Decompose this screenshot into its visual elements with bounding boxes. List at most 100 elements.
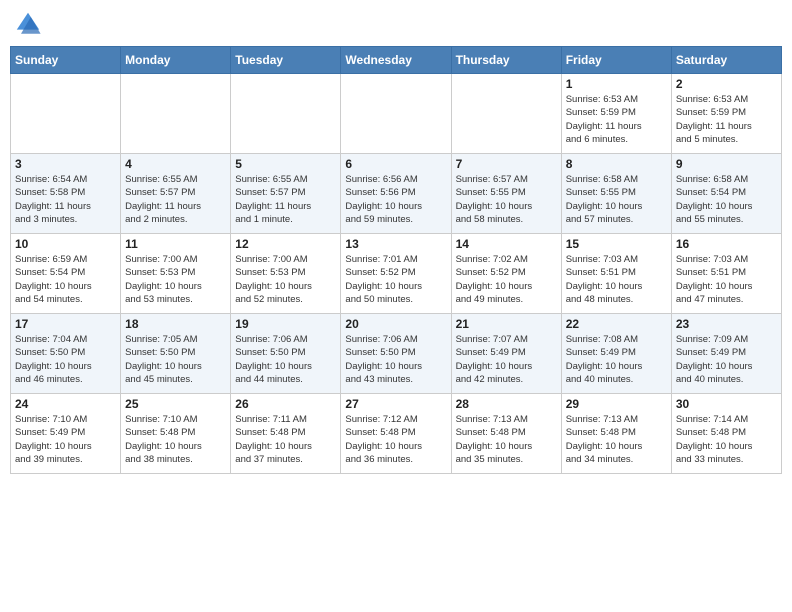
week-row-3: 10 Sunrise: 6:59 AMSunset: 5:54 PMDayligh… xyxy=(11,234,782,314)
day-info: Sunrise: 7:11 AMSunset: 5:48 PMDaylight:… xyxy=(235,413,336,466)
day-info: Sunrise: 6:55 AMSunset: 5:57 PMDaylight:… xyxy=(235,173,336,226)
day-info: Sunrise: 7:13 AMSunset: 5:48 PMDaylight:… xyxy=(566,413,667,466)
day-cell-empty xyxy=(341,74,451,154)
day-cell-26: 26 Sunrise: 7:11 AMSunset: 5:48 PMDayligh… xyxy=(231,394,341,474)
calendar-header: SundayMondayTuesdayWednesdayThursdayFrid… xyxy=(11,47,782,74)
header-wednesday: Wednesday xyxy=(341,47,451,74)
day-cell-11: 11 Sunrise: 7:00 AMSunset: 5:53 PMDayligh… xyxy=(121,234,231,314)
day-cell-28: 28 Sunrise: 7:13 AMSunset: 5:48 PMDayligh… xyxy=(451,394,561,474)
header-saturday: Saturday xyxy=(671,47,781,74)
day-number: 28 xyxy=(456,397,557,411)
day-info: Sunrise: 7:13 AMSunset: 5:48 PMDaylight:… xyxy=(456,413,557,466)
day-info: Sunrise: 7:07 AMSunset: 5:49 PMDaylight:… xyxy=(456,333,557,386)
day-number: 1 xyxy=(566,77,667,91)
day-info: Sunrise: 7:10 AMSunset: 5:48 PMDaylight:… xyxy=(125,413,226,466)
day-info: Sunrise: 6:55 AMSunset: 5:57 PMDaylight:… xyxy=(125,173,226,226)
day-number: 4 xyxy=(125,157,226,171)
day-cell-18: 18Sunrise: 7:05 AMSunset: 5:50 PMDayligh… xyxy=(121,314,231,394)
day-cell-7: 7Sunrise: 6:57 AMSunset: 5:55 PMDaylight… xyxy=(451,154,561,234)
day-cell-12: 12 Sunrise: 7:00 AMSunset: 5:53 PMDayligh… xyxy=(231,234,341,314)
day-cell-17: 17 Sunrise: 7:04 AMSunset: 5:50 PMDayligh… xyxy=(11,314,121,394)
day-number: 5 xyxy=(235,157,336,171)
day-cell-10: 10 Sunrise: 6:59 AMSunset: 5:54 PMDayligh… xyxy=(11,234,121,314)
day-number: 15 xyxy=(566,237,667,251)
day-number: 17 xyxy=(15,317,116,331)
day-info: Sunrise: 6:53 AMSunset: 5:59 PMDaylight:… xyxy=(676,93,777,146)
day-number: 8 xyxy=(566,157,667,171)
day-number: 20 xyxy=(345,317,446,331)
day-cell-19: 19 Sunrise: 7:06 AMSunset: 5:50 PMDayligh… xyxy=(231,314,341,394)
day-cell-27: 27 Sunrise: 7:12 AMSunset: 5:48 PMDayligh… xyxy=(341,394,451,474)
day-cell-9: 9 Sunrise: 6:58 AMSunset: 5:54 PMDaylight… xyxy=(671,154,781,234)
day-cell-15: 15 Sunrise: 7:03 AMSunset: 5:51 PMDayligh… xyxy=(561,234,671,314)
day-cell-4: 4 Sunrise: 6:55 AMSunset: 5:57 PMDaylight… xyxy=(121,154,231,234)
day-cell-5: 5 Sunrise: 6:55 AMSunset: 5:57 PMDaylight… xyxy=(231,154,341,234)
day-info: Sunrise: 6:58 AMSunset: 5:55 PMDaylight:… xyxy=(566,173,667,226)
day-info: Sunrise: 6:57 AMSunset: 5:55 PMDaylight:… xyxy=(456,173,557,226)
day-number: 11 xyxy=(125,237,226,251)
day-info: Sunrise: 6:56 AMSunset: 5:56 PMDaylight:… xyxy=(345,173,446,226)
day-number: 16 xyxy=(676,237,777,251)
day-number: 24 xyxy=(15,397,116,411)
day-number: 3 xyxy=(15,157,116,171)
day-info: Sunrise: 7:00 AMSunset: 5:53 PMDaylight:… xyxy=(235,253,336,306)
day-number: 13 xyxy=(345,237,446,251)
day-number: 9 xyxy=(676,157,777,171)
day-number: 10 xyxy=(15,237,116,251)
day-cell-23: 23 Sunrise: 7:09 AMSunset: 5:49 PMDayligh… xyxy=(671,314,781,394)
day-info: Sunrise: 7:09 AMSunset: 5:49 PMDaylight:… xyxy=(676,333,777,386)
day-info: Sunrise: 7:01 AMSunset: 5:52 PMDaylight:… xyxy=(345,253,446,306)
day-cell-16: 16 Sunrise: 7:03 AMSunset: 5:51 PMDayligh… xyxy=(671,234,781,314)
day-number: 14 xyxy=(456,237,557,251)
day-cell-13: 13 Sunrise: 7:01 AMSunset: 5:52 PMDayligh… xyxy=(341,234,451,314)
week-row-5: 24 Sunrise: 7:10 AMSunset: 5:49 PMDayligh… xyxy=(11,394,782,474)
header-monday: Monday xyxy=(121,47,231,74)
day-cell-1: 1Sunrise: 6:53 AMSunset: 5:59 PMDaylight… xyxy=(561,74,671,154)
day-info: Sunrise: 7:00 AMSunset: 5:53 PMDaylight:… xyxy=(125,253,226,306)
day-number: 26 xyxy=(235,397,336,411)
day-info: Sunrise: 7:08 AMSunset: 5:49 PMDaylight:… xyxy=(566,333,667,386)
header-thursday: Thursday xyxy=(451,47,561,74)
calendar-table: SundayMondayTuesdayWednesdayThursdayFrid… xyxy=(10,46,782,474)
logo-icon xyxy=(14,10,42,38)
day-cell-20: 20 Sunrise: 7:06 AMSunset: 5:50 PMDayligh… xyxy=(341,314,451,394)
day-info: Sunrise: 7:14 AMSunset: 5:48 PMDaylight:… xyxy=(676,413,777,466)
calendar-header-row: SundayMondayTuesdayWednesdayThursdayFrid… xyxy=(11,47,782,74)
day-info: Sunrise: 7:06 AMSunset: 5:50 PMDaylight:… xyxy=(235,333,336,386)
day-cell-empty xyxy=(121,74,231,154)
day-info: Sunrise: 7:04 AMSunset: 5:50 PMDaylight:… xyxy=(15,333,116,386)
day-cell-6: 6 Sunrise: 6:56 AMSunset: 5:56 PMDaylight… xyxy=(341,154,451,234)
day-info: Sunrise: 6:59 AMSunset: 5:54 PMDaylight:… xyxy=(15,253,116,306)
day-number: 12 xyxy=(235,237,336,251)
day-info: Sunrise: 7:10 AMSunset: 5:49 PMDaylight:… xyxy=(15,413,116,466)
day-number: 27 xyxy=(345,397,446,411)
day-info: Sunrise: 7:02 AMSunset: 5:52 PMDaylight:… xyxy=(456,253,557,306)
day-number: 19 xyxy=(235,317,336,331)
day-number: 22 xyxy=(566,317,667,331)
calendar-body: 1 Sunrise: 6:53 AMSunset: 5:59 PMDaylight… xyxy=(11,74,782,474)
header-sunday: Sunday xyxy=(11,47,121,74)
day-cell-empty xyxy=(231,74,341,154)
day-cell-30: 30Sunrise: 7:14 AMSunset: 5:48 PMDayligh… xyxy=(671,394,781,474)
day-cell-29: 29 Sunrise: 7:13 AMSunset: 5:48 PMDayligh… xyxy=(561,394,671,474)
header-friday: Friday xyxy=(561,47,671,74)
logo xyxy=(14,10,46,38)
day-number: 23 xyxy=(676,317,777,331)
week-row-4: 17 Sunrise: 7:04 AMSunset: 5:50 PMDayligh… xyxy=(11,314,782,394)
day-info: Sunrise: 6:58 AMSunset: 5:54 PMDaylight:… xyxy=(676,173,777,226)
week-row-2: 3Sunrise: 6:54 AMSunset: 5:58 PMDaylight… xyxy=(11,154,782,234)
day-info: Sunrise: 7:12 AMSunset: 5:48 PMDaylight:… xyxy=(345,413,446,466)
day-info: Sunrise: 7:03 AMSunset: 5:51 PMDaylight:… xyxy=(566,253,667,306)
day-cell-2: 2Sunrise: 6:53 AMSunset: 5:59 PMDaylight… xyxy=(671,74,781,154)
week-row-1: 1 Sunrise: 6:53 AMSunset: 5:59 PMDaylight… xyxy=(11,74,782,154)
day-cell-22: 22 Sunrise: 7:08 AMSunset: 5:49 PMDayligh… xyxy=(561,314,671,394)
day-info: Sunrise: 7:03 AMSunset: 5:51 PMDaylight:… xyxy=(676,253,777,306)
day-info: Sunrise: 7:06 AMSunset: 5:50 PMDaylight:… xyxy=(345,333,446,386)
day-cell-25: 25Sunrise: 7:10 AMSunset: 5:48 PMDayligh… xyxy=(121,394,231,474)
day-cell-3: 3Sunrise: 6:54 AMSunset: 5:58 PMDaylight… xyxy=(11,154,121,234)
day-number: 18 xyxy=(125,317,226,331)
day-number: 29 xyxy=(566,397,667,411)
day-number: 21 xyxy=(456,317,557,331)
day-cell-empty xyxy=(451,74,561,154)
day-number: 6 xyxy=(345,157,446,171)
